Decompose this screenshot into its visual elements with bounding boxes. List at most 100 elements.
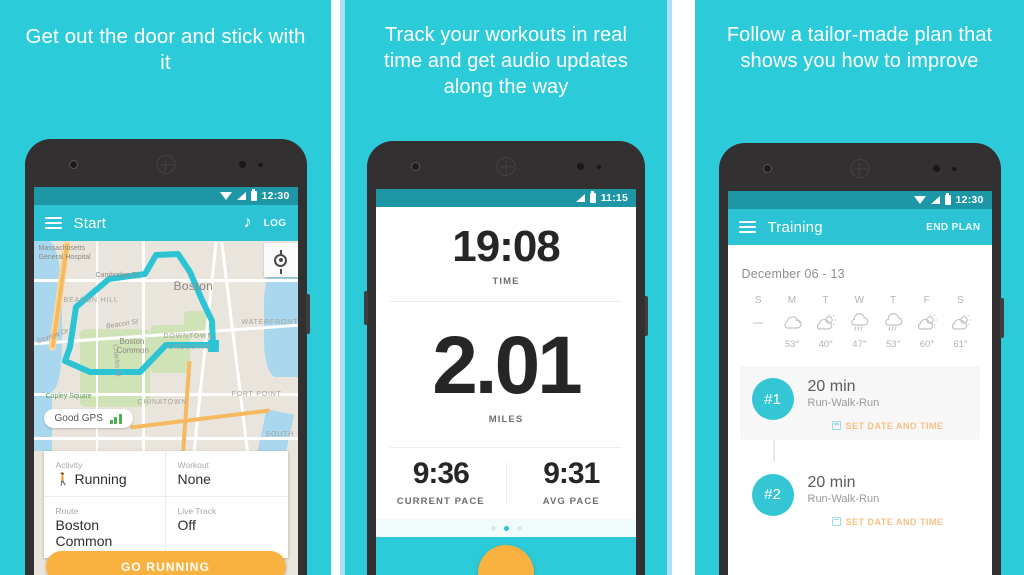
- phone-bezel-top: [25, 139, 307, 187]
- map-label: DOWNTOWN: [163, 333, 214, 340]
- workout-tracker-screen: 19:08 TIME 2.01 MILES 9:36 CURRENT PACE: [376, 207, 636, 575]
- gps-status-pill: Good GPS: [43, 409, 133, 428]
- battery-icon: [250, 189, 257, 201]
- partly-sunny-icon: [910, 310, 944, 336]
- set-date-and-time-button-2[interactable]: SET DATE AND TIME: [808, 517, 968, 527]
- weather-week-grid: S M 53° T 40° W 47° T 53° F 60° S 61°: [742, 295, 978, 350]
- signal-icon: [575, 194, 585, 202]
- phone-mockup-1: 12:30 Start ♪ LOG Massachusetts General …: [24, 139, 310, 575]
- setting-label: Live Track: [177, 506, 217, 516]
- signal-icon: [930, 196, 940, 204]
- music-note-icon[interactable]: ♪: [244, 215, 252, 231]
- weather-day-5: F 60°: [910, 295, 944, 350]
- front-camera-icon: [762, 164, 772, 173]
- pace-row: 9:36 CURRENT PACE 9:31 AVG PACE: [376, 448, 636, 519]
- map-label: Copley Square: [45, 393, 92, 400]
- rain-icon: [876, 310, 910, 336]
- weather-day-6: S 61°: [944, 295, 978, 350]
- partly-sunny-icon: [944, 310, 978, 336]
- partly-sunny-icon: [809, 310, 843, 336]
- action-bar-title: Start: [73, 214, 107, 232]
- volume-button: [364, 291, 368, 325]
- setting-value: Boston Common: [55, 517, 113, 549]
- set-date-label: SET DATE AND TIME: [845, 420, 944, 431]
- wifi-icon: [913, 196, 926, 204]
- weather-day-2: T 40°: [809, 295, 843, 350]
- workout-card-1[interactable]: #1 20 min Run-Walk-Run SET DATE AND TIME: [739, 366, 980, 440]
- weekday-label: S: [957, 295, 965, 306]
- weather-temp: 40°: [818, 339, 833, 350]
- page-dot[interactable]: [490, 525, 496, 531]
- weather-temp: 61°: [953, 339, 968, 350]
- calendar-icon: [831, 421, 841, 431]
- stat-current-pace-label: CURRENT PACE: [396, 496, 485, 507]
- map-label: Cambridge St: [95, 272, 139, 279]
- setting-workout[interactable]: Workout None: [165, 451, 288, 497]
- panel-1-headline: Get out the door and stick with it: [25, 25, 306, 74]
- wifi-icon: [219, 192, 232, 200]
- page-dot-active[interactable]: [503, 525, 509, 531]
- workout-duration: 20 min: [807, 378, 856, 395]
- map-label: Common: [116, 346, 149, 355]
- hamburger-icon[interactable]: [738, 221, 756, 233]
- phone-mockup-3: 12:30 Training END PLAN December 06 - 13…: [718, 143, 1004, 575]
- map-label: BEACON HILL: [63, 297, 119, 304]
- map-view[interactable]: Massachusetts General Hospital Cambridge…: [33, 241, 298, 575]
- map-label: WATERFRONT: [241, 319, 298, 326]
- go-running-button[interactable]: GO RUNNING: [45, 551, 286, 575]
- phone-screen-3: 12:30 Training END PLAN December 06 - 13…: [727, 191, 992, 575]
- rain-icon: [843, 310, 877, 336]
- end-plan-button[interactable]: END PLAN: [926, 222, 980, 233]
- power-button: [1000, 298, 1004, 338]
- stat-time[interactable]: 19:08 TIME: [376, 207, 636, 301]
- page-dot[interactable]: [516, 525, 522, 531]
- stat-time-label: TIME: [492, 276, 520, 287]
- setting-route[interactable]: Route Boston Common: [44, 497, 166, 558]
- weather-temp: 60°: [919, 339, 935, 350]
- battery-icon: [944, 193, 951, 205]
- sensor-icons: [932, 165, 957, 173]
- locate-me-button[interactable]: [263, 243, 298, 277]
- android-status-bar-1: 12:30: [33, 187, 298, 205]
- stat-time-value: 19:08: [452, 222, 561, 271]
- status-bar-clock: 12:30: [955, 194, 984, 206]
- weekday-label: S: [754, 295, 762, 306]
- map-label: FORT POINT: [231, 391, 282, 398]
- hamburger-icon[interactable]: [44, 217, 62, 229]
- weather-day-4: T 53°: [876, 295, 910, 350]
- weekday-label: F: [923, 295, 931, 306]
- week-range-label: December 06 - 13: [741, 267, 845, 281]
- log-button[interactable]: LOG: [264, 218, 287, 229]
- phone-bezel-top: [367, 141, 645, 189]
- setting-activity[interactable]: Activity 🚶 Running: [43, 451, 166, 497]
- setting-value-wrap: 🚶 Running: [56, 471, 153, 487]
- weekday-label: T: [889, 295, 897, 306]
- setting-label: Route: [55, 506, 79, 516]
- phone-screen-1: 12:30 Start ♪ LOG Massachusetts General …: [33, 187, 298, 575]
- stat-avg-pace-value: 9:31: [543, 457, 600, 490]
- setting-live-track[interactable]: Live Track Off: [166, 497, 288, 558]
- workout-number-badge: #2: [751, 473, 794, 516]
- workout-card-2[interactable]: #2 20 min Run-Walk-Run SET DATE AND TIME: [739, 461, 980, 536]
- setting-value: Off: [177, 517, 196, 533]
- stat-current-pace[interactable]: 9:36 CURRENT PACE: [376, 448, 506, 519]
- crosshair-icon: [274, 253, 287, 267]
- brand-logo-icon: [496, 157, 516, 176]
- set-date-and-time-button-1[interactable]: SET DATE AND TIME: [808, 421, 968, 431]
- pause-fab-button[interactable]: [478, 545, 534, 575]
- weather-temp: 53°: [886, 339, 901, 350]
- week-header: December 06 - 13 S M 53° T 40° W 47° T 5…: [728, 245, 992, 350]
- workout-list: #1 20 min Run-Walk-Run SET DATE AND TIME: [728, 366, 992, 536]
- weather-day-1: M 53°: [775, 295, 809, 350]
- stat-avg-pace[interactable]: 9:31 AVG PACE: [507, 448, 637, 519]
- calendar-icon: [831, 517, 841, 527]
- stat-distance[interactable]: 2.01 MILES: [376, 302, 636, 447]
- setting-value: Running: [74, 471, 127, 487]
- phone-screen-2: 11:15 19:08 TIME 2.01 MILES 9:36 CURRENT…: [376, 189, 636, 575]
- power-button: [306, 294, 310, 334]
- stat-avg-pace-label: AVG PACE: [542, 496, 600, 507]
- gps-signal-icon: [109, 413, 122, 424]
- no-data-icon: [742, 310, 776, 336]
- stat-distance-value: 2.01: [432, 319, 583, 411]
- page-indicator[interactable]: [376, 519, 636, 537]
